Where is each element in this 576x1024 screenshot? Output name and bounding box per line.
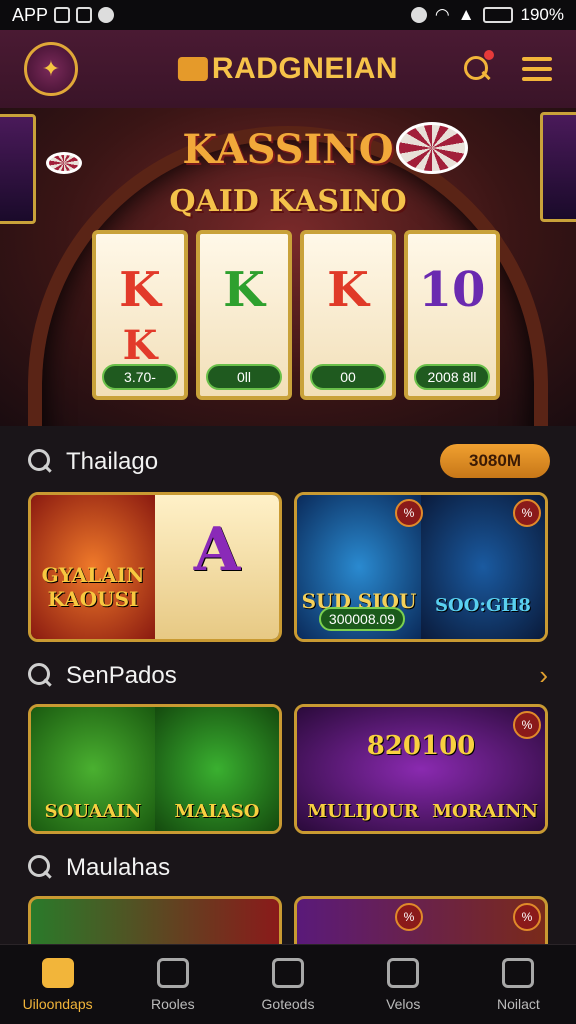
battery-icon — [482, 7, 513, 23]
game-symbol: A — [193, 515, 241, 585]
game-card[interactable]: 820100 MULIJOUR MORAINN % — [294, 704, 548, 834]
slot-reel: K 00 — [300, 230, 396, 400]
search-icon — [28, 663, 54, 689]
game-jackpot-badge: 300008.09 — [319, 607, 405, 631]
tab-home[interactable]: Uiloondaps — [0, 945, 115, 1024]
casino-chip-icon — [396, 122, 468, 174]
sync-icon — [98, 7, 115, 23]
casino-chip-icon — [46, 152, 82, 174]
lock-icon — [272, 957, 304, 988]
alarm-icon — [410, 7, 427, 23]
search-icon — [28, 855, 54, 881]
tab-label: Rooles — [151, 995, 195, 1012]
game-title: MORAINN — [432, 801, 538, 822]
reel-symbol: K — [122, 322, 158, 369]
tab-bag[interactable]: Noilact — [461, 945, 576, 1024]
tab-label: Velos — [386, 995, 421, 1012]
game-card[interactable]: GYALAIN KAOUSI A — [28, 492, 282, 642]
slot-machine-screen-left — [0, 114, 36, 224]
reel-value-label: 00 — [310, 364, 386, 390]
bottom-tab-bar: Uiloondaps Rooles Goteods Velos Noilact — [0, 944, 576, 1024]
wifi-icon: ◠ — [434, 5, 450, 24]
status-app-label: APP — [12, 4, 49, 25]
menu-icon[interactable] — [522, 57, 552, 81]
search-icon — [28, 449, 54, 475]
reel-symbol: 10 — [418, 262, 486, 318]
tab-label: Uiloondaps — [22, 995, 93, 1012]
game-title: MAIASO — [174, 801, 260, 822]
brand-logo: RADGNEIAN — [177, 52, 399, 86]
bag-icon — [502, 957, 535, 988]
app-header: ✦ RADGNEIAN — [0, 30, 576, 108]
section-pill-button[interactable]: 3080M — [440, 444, 550, 478]
hot-badge: % — [395, 903, 423, 931]
game-title: SOO:GH8 — [435, 595, 531, 616]
home-icon — [41, 957, 74, 988]
tab-dial[interactable]: Velos — [346, 945, 461, 1024]
slot-reel: K 0ll — [196, 230, 292, 400]
slot-machine-screen-right — [540, 112, 576, 222]
chevron-right-icon[interactable]: › — [539, 660, 548, 691]
section-title: SenPados — [66, 662, 177, 689]
search-icon[interactable] — [462, 50, 494, 84]
slot-reel: K K 3.70- — [92, 230, 188, 400]
hero-banner[interactable]: KASSINO QAID KASINO K K 3.70- K 0ll K 00 10 2008… — [0, 108, 576, 426]
hot-badge: % — [513, 903, 541, 931]
reel-value-label: 0ll — [206, 364, 282, 390]
reel-value-label: 3.70- — [102, 364, 178, 390]
hot-badge: % — [395, 499, 423, 527]
section-header: Thailago — [28, 448, 158, 476]
battery-level: 190% — [520, 5, 564, 24]
search-icon — [156, 957, 189, 988]
app-logo-badge[interactable]: ✦ — [24, 42, 78, 96]
section-header: SenPados — [28, 662, 177, 690]
section-title: Thailago — [66, 448, 159, 475]
game-title: SOUAAIN — [44, 801, 142, 822]
dial-icon — [387, 957, 420, 988]
brand-mark-icon — [177, 57, 208, 81]
gallery-icon — [54, 7, 71, 23]
hero-title: KASSINO — [182, 126, 394, 173]
tab-label: Goteods — [261, 995, 315, 1012]
tab-lock[interactable]: Goteods — [230, 945, 345, 1024]
reel-symbol: K — [119, 262, 161, 318]
hot-badge: % — [513, 711, 541, 739]
section-header: Maulahas — [28, 854, 170, 882]
brand-name: RADGNEIAN — [211, 52, 399, 85]
hot-badge: % — [513, 499, 541, 527]
game-title: GYALAIN KAOUSI — [41, 563, 145, 611]
reel-symbol: K — [327, 262, 369, 318]
slot-reel: 10 2008 8ll — [404, 230, 500, 400]
game-card[interactable]: SUD SIOU SOO:GH8 % % 300008.09 — [294, 492, 548, 642]
game-card[interactable]: SOUAAIN MAIASO — [28, 704, 282, 834]
reel-symbol: K — [223, 262, 265, 318]
section-title: Maulahas — [66, 854, 171, 881]
hero-subtitle: QAID KASINO — [169, 184, 407, 219]
signal-icon: ▲ — [457, 5, 475, 24]
game-jackpot-value: 820100 — [366, 731, 476, 761]
reel-value-label: 2008 8ll — [414, 364, 490, 390]
tab-label: Noilact — [497, 995, 540, 1012]
notification-dot — [484, 50, 494, 60]
notification-icon — [76, 7, 93, 23]
tab-search[interactable]: Rooles — [115, 945, 230, 1024]
game-list: Thailago 3080M GYALAIN KAOUSI A SUD SIOU… — [0, 426, 576, 956]
status-bar: APP ◠ ▲ 190% — [0, 0, 576, 30]
